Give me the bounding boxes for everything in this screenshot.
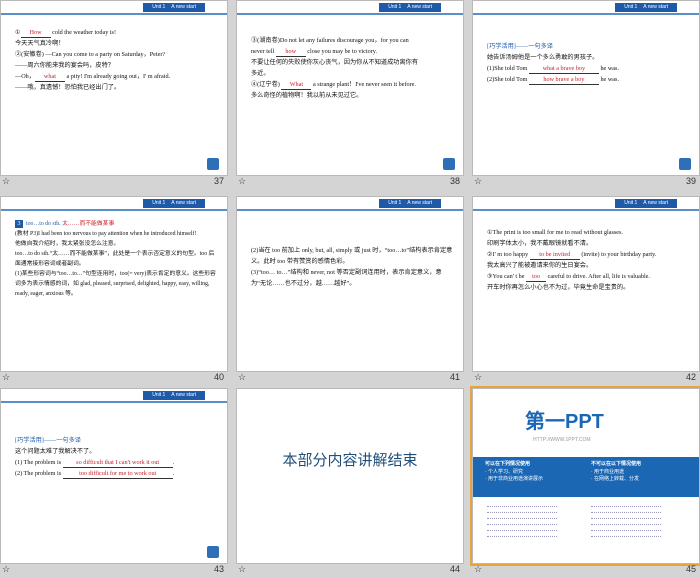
- slide-body: (2)当在 too 前加上 only, but, all, simply 或 j…: [251, 247, 453, 287]
- slide-header: Unit 1A new start: [1, 197, 227, 213]
- slide-body: ③(湖南卷)Do not let any failures discourage…: [251, 37, 419, 99]
- slide-thumbnail-43[interactable]: Unit 1A new start [巧学活用]——一句多译 这个问题太难了我解…: [0, 388, 228, 564]
- star-icon: ☆: [238, 176, 247, 186]
- nav-logo-icon: [207, 546, 219, 558]
- slide-body: ① How cold the weather today is! 今天天气真冷啊！…: [15, 29, 171, 91]
- star-icon: ☆: [238, 564, 247, 574]
- slide-body: ①The print is too small for me to read w…: [487, 229, 657, 291]
- slide-header: Unit 1A new start: [473, 1, 699, 17]
- star-icon: ☆: [474, 372, 483, 382]
- slide-body: [巧学活用]——一句多译 她告诉汤姆他是一个多么勇敢的男孩子。 (1)She t…: [487, 43, 620, 85]
- star-icon: ☆: [2, 372, 11, 382]
- nav-logo-icon: [207, 158, 219, 170]
- nav-logo-icon: [679, 158, 691, 170]
- slide-number-strip: ☆ 42: [474, 372, 696, 382]
- answer-blank: too difficult for me to work out: [62, 470, 173, 479]
- brand-logo: 第一PPT: [525, 411, 604, 433]
- slide-thumbnail-42[interactable]: Unit 1A new start ①The print is too smal…: [472, 196, 700, 372]
- slide-thumbnail-44[interactable]: 本部分内容讲解结束: [236, 388, 464, 564]
- slide-header: Unit 1A new start: [237, 197, 463, 213]
- slide-number-strip: ☆ 40: [2, 372, 224, 382]
- point-number-badge: 3: [15, 220, 23, 228]
- answer-blank: to be invited: [529, 251, 580, 260]
- slide-number-strip: ☆ 44: [238, 564, 460, 574]
- nav-logo-icon: [443, 158, 455, 170]
- answer-blank: too: [526, 273, 547, 282]
- slide-thumbnail-37[interactable]: Unit 1A new start ① How cold the weather …: [0, 0, 228, 176]
- answer-blank: so difficult that I can't work it out: [62, 459, 173, 468]
- slide-thumbnail-41[interactable]: Unit 1A new start (2)当在 too 前加上 only, bu…: [236, 196, 464, 372]
- slide-number-strip: ☆ 37: [2, 176, 224, 186]
- answer-blank: how brave a boy: [528, 76, 599, 85]
- end-title: 本部分内容讲解结束: [282, 453, 418, 469]
- slide-thumbnail-38[interactable]: Unit 1A new start ③(湖南卷)Do not let any f…: [236, 0, 464, 176]
- brand-url: HTTP://WWW.1PPT.COM: [533, 437, 591, 443]
- slide-number-strip: ☆ 39: [474, 176, 696, 186]
- slide-thumbnail-39[interactable]: Unit 1A new start [巧学活用]——一句多译 她告诉汤姆他是一个…: [472, 0, 700, 176]
- slide-number-strip: ☆ 41: [238, 372, 460, 382]
- answer-blank: How: [20, 29, 51, 38]
- star-icon: ☆: [474, 564, 483, 574]
- star-icon: ☆: [238, 372, 247, 382]
- answer-blank: what a brave boy: [528, 65, 599, 74]
- star-icon: ☆: [2, 564, 11, 574]
- slide-body: 3 too…to do sth. 太……而不能做某事 (教材 P3)I had b…: [15, 220, 216, 297]
- slide-number-strip: ☆ 38: [238, 176, 460, 186]
- slide-body: [巧学活用]——一句多译 这个问题太难了我解决不了。 (1) The probl…: [15, 437, 175, 479]
- usage-band: 可以在下列情况使用 · 个人学习、研究 · 用于非商业用途演讲展示 不可以在以下…: [473, 457, 699, 497]
- slide-header: Unit 1A new start: [473, 197, 699, 213]
- star-icon: ☆: [2, 176, 11, 186]
- slide-header: Unit 1A new start: [1, 389, 227, 405]
- answer-blank: how: [275, 48, 306, 57]
- slide-thumbnail-45[interactable]: 第一PPT HTTP://WWW.1PPT.COM 可以在下列情况使用 · 个人…: [470, 386, 700, 566]
- answer-blank: what: [34, 73, 65, 82]
- slide-number-strip: ☆ 43: [2, 564, 224, 574]
- answer-blank: What: [281, 81, 312, 90]
- slide-thumbnail-40[interactable]: Unit 1A new start 3 too…to do sth. 太……而不能…: [0, 196, 228, 372]
- star-icon: ☆: [474, 176, 483, 186]
- slide-header: Unit 1A new start: [237, 1, 463, 17]
- slide-number-strip: ☆ 45: [474, 564, 696, 574]
- slide-header: Unit 1A new start: [1, 1, 227, 17]
